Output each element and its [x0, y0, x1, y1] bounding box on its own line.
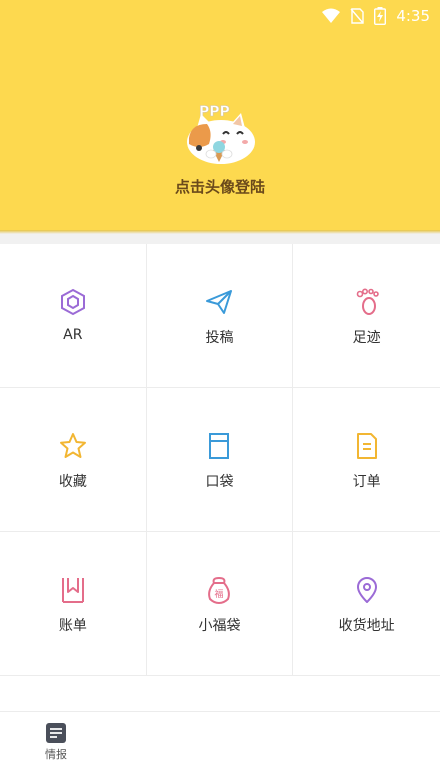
- ar-icon: [60, 288, 85, 316]
- grid-item-pocket[interactable]: 口袋: [147, 388, 294, 532]
- bill-icon: [61, 578, 84, 603]
- grid-item-label: 账单: [58, 618, 87, 634]
- status-time: 4:35: [396, 7, 430, 25]
- grid-row: 收藏 口袋 订单: [0, 388, 440, 532]
- grid-item-submit[interactable]: 投稿: [147, 244, 294, 388]
- pocket-icon: [209, 433, 230, 459]
- news-icon: [46, 723, 66, 743]
- grid-item-label: 订单: [352, 474, 381, 490]
- grid-item-label: 小福袋: [198, 618, 241, 634]
- nav-item-label: 情报: [45, 748, 67, 761]
- no-sim-icon: [350, 8, 365, 24]
- lucky-bag-icon: 福: [208, 576, 231, 605]
- grid-item-label: 足迹: [352, 330, 381, 346]
- footprint-icon: [356, 288, 379, 315]
- svg-text:福: 福: [215, 588, 224, 600]
- status-bar: 4:35: [322, 4, 430, 28]
- order-icon: [356, 433, 377, 459]
- grid-row: 账单 福 小福袋 收货地址: [0, 532, 440, 676]
- login-prompt[interactable]: 点击头像登陆: [0, 176, 440, 197]
- paper-plane-icon: [206, 290, 233, 314]
- grid-item-favorites[interactable]: 收藏: [0, 388, 147, 532]
- grid-item-label: 投稿: [205, 330, 234, 346]
- grid-item-label: 收货地址: [338, 618, 395, 634]
- nav-item-news[interactable]: 情报: [30, 722, 82, 762]
- grid-item-label: AR: [63, 327, 83, 343]
- profile-page: 4:35 PPP 点击头像登陆 AR 投稿 足迹 收藏 口袋 订单 账单 福 小…: [0, 0, 440, 770]
- wifi-icon: [322, 8, 341, 24]
- star-icon: [59, 433, 86, 458]
- feature-grid: AR 投稿 足迹 收藏 口袋 订单 账单 福 小福袋 收货地址: [0, 244, 440, 676]
- grid-item-address[interactable]: 收货地址: [293, 532, 440, 676]
- grid-row: AR 投稿 足迹: [0, 244, 440, 388]
- grid-item-orders[interactable]: 订单: [293, 388, 440, 532]
- cat-avatar[interactable]: PPP: [183, 98, 257, 166]
- header-divider: [0, 230, 440, 234]
- grid-item-label: 收藏: [58, 474, 87, 490]
- grid-item-label: 口袋: [205, 474, 234, 490]
- grid-item-footprint[interactable]: 足迹: [293, 244, 440, 388]
- location-pin-icon: [356, 577, 377, 603]
- battery-charging-icon: [374, 7, 387, 25]
- grid-item-bill[interactable]: 账单: [0, 532, 147, 676]
- grid-item-ar[interactable]: AR: [0, 244, 147, 388]
- grid-spacer: [0, 676, 440, 712]
- grid-item-lucky-bag[interactable]: 福 小福袋: [147, 532, 294, 676]
- profile-header: 4:35 PPP 点击头像登陆: [0, 0, 440, 230]
- bottom-nav: 情报: [0, 712, 440, 770]
